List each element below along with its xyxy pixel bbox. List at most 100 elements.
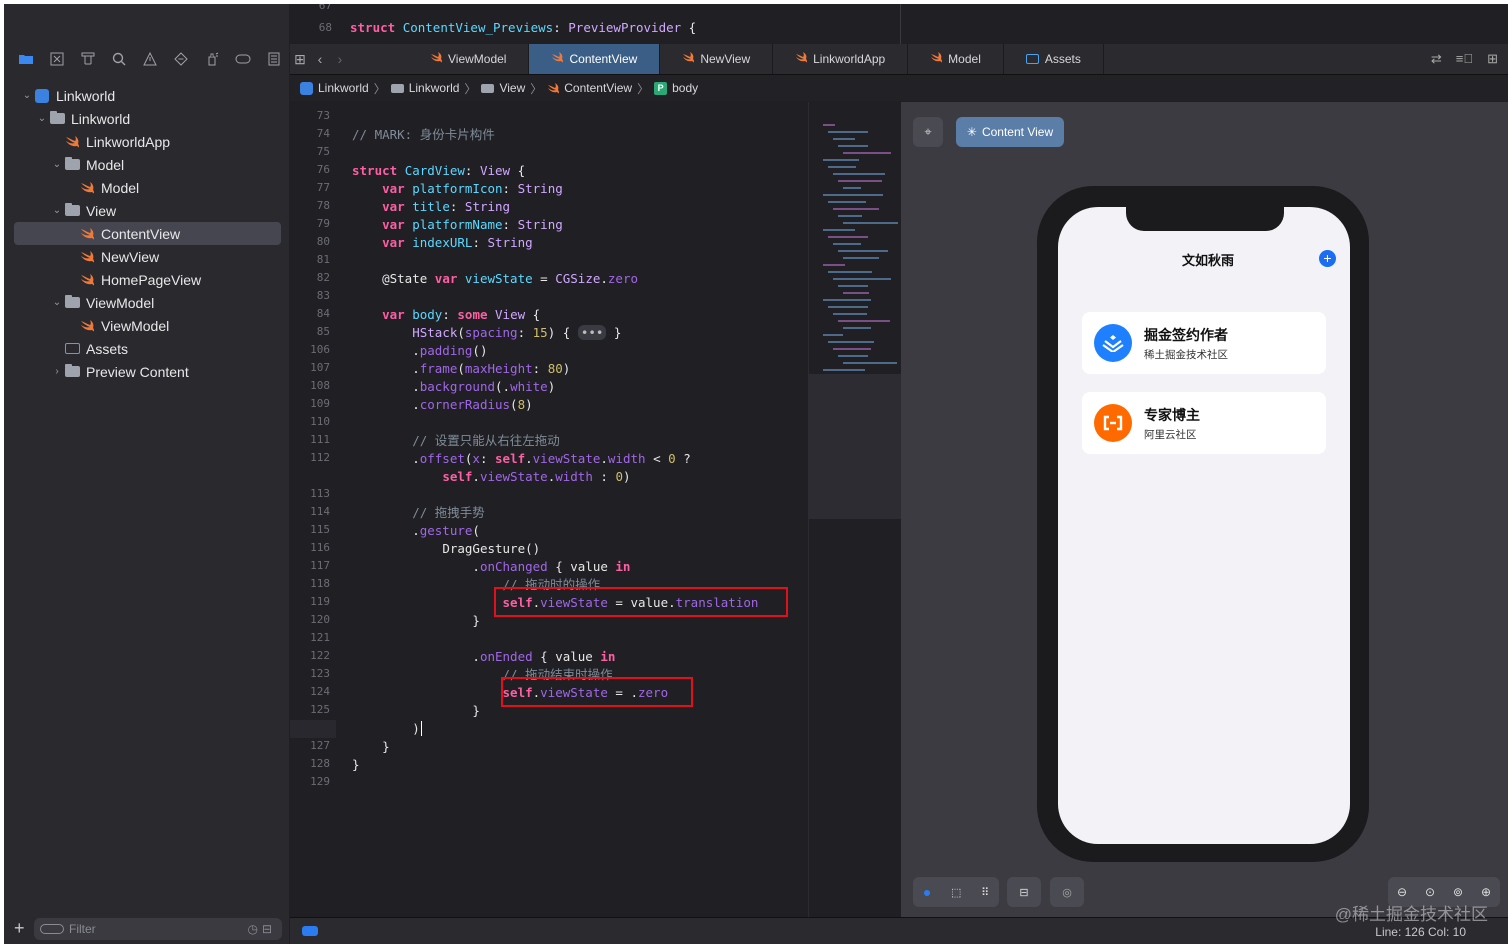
disclosure-chevron-icon[interactable]: ⌄ bbox=[50, 159, 64, 170]
code-line[interactable]: var indexURL: String bbox=[352, 234, 533, 252]
code-line[interactable]: @State var viewState = CGSize.zero bbox=[352, 270, 638, 288]
xcode-window: ⌄ Linkworld ⌄ Linkworld LinkworldApp ⌄ Model Mo… bbox=[4, 4, 1508, 944]
tree-item[interactable]: ViewModel bbox=[4, 314, 289, 337]
zoom-actual-icon[interactable]: ⊚ bbox=[1453, 885, 1463, 899]
add-button[interactable]: + bbox=[1319, 250, 1336, 267]
filter-field[interactable]: Filter ◷⊟ bbox=[34, 918, 282, 940]
code-line[interactable]: var body: some View { bbox=[352, 306, 540, 324]
warning-icon[interactable] bbox=[134, 48, 165, 70]
breadcrumb-item[interactable]: body bbox=[672, 81, 698, 95]
code-line[interactable]: .onEnded { value in bbox=[352, 648, 615, 666]
code-line[interactable]: .onChanged { value in bbox=[352, 558, 630, 576]
code-line[interactable]: } bbox=[352, 702, 480, 720]
tree-item[interactable]: ⌄ Model bbox=[4, 153, 289, 176]
code-line[interactable]: .padding() bbox=[352, 342, 487, 360]
code-line[interactable]: } bbox=[352, 738, 390, 756]
add-editor-icon[interactable]: ⊞ bbox=[1487, 51, 1498, 67]
code-line[interactable]: .cornerRadius(8) bbox=[352, 396, 532, 414]
code-token: body bbox=[412, 307, 443, 322]
select-icon[interactable]: ⬚ bbox=[951, 886, 961, 899]
tab-model[interactable]: Model bbox=[908, 44, 1004, 74]
forward-button[interactable]: › bbox=[330, 44, 350, 74]
tab-linkworldapp[interactable]: LinkworldApp bbox=[773, 44, 909, 74]
spray-icon[interactable] bbox=[196, 48, 227, 70]
zoom-fit-icon[interactable]: ⊙ bbox=[1425, 885, 1435, 899]
tree-item[interactable]: ContentView bbox=[14, 222, 281, 245]
breadcrumb-item[interactable]: Linkworld bbox=[318, 81, 369, 95]
minimap-viewport[interactable] bbox=[808, 374, 902, 519]
code-line[interactable]: ) bbox=[352, 720, 422, 738]
content-view-preview-button[interactable]: ✳ Content View bbox=[956, 117, 1064, 147]
code-line[interactable]: DragGesture() bbox=[352, 540, 540, 558]
tree-item[interactable]: ⌄ ViewModel bbox=[4, 291, 289, 314]
device-settings-icon[interactable]: ⊟ bbox=[1007, 877, 1041, 907]
code-line[interactable]: } bbox=[352, 612, 480, 630]
breadcrumb-item[interactable]: Linkworld bbox=[409, 81, 460, 95]
debug-area-toggle[interactable] bbox=[302, 926, 318, 936]
live-preview-icon[interactable]: ● bbox=[923, 884, 931, 900]
breadcrumb-item[interactable]: ContentView bbox=[564, 81, 632, 95]
code-line[interactable]: var title: String bbox=[352, 198, 510, 216]
list-icon[interactable] bbox=[258, 48, 289, 70]
filter-options-icon[interactable]: ◷⊟ bbox=[247, 922, 276, 936]
tab-viewmodel[interactable]: ViewModel bbox=[350, 44, 530, 74]
code-line[interactable]: // 拖拽手势 bbox=[352, 504, 485, 522]
tab-contentview[interactable]: ContentView bbox=[529, 44, 661, 74]
code-line[interactable]: .offset(x: self.viewState.width < 0 ? bbox=[352, 450, 691, 468]
zoom-in-icon[interactable]: ⊕ bbox=[1481, 885, 1491, 899]
code-line[interactable]: struct CardView: View { bbox=[352, 162, 525, 180]
back-button[interactable]: ‹ bbox=[310, 44, 330, 74]
code-line[interactable]: } bbox=[352, 756, 360, 774]
code-token: struct bbox=[352, 163, 398, 178]
search-icon[interactable] bbox=[103, 48, 134, 70]
disclosure-chevron-icon[interactable]: ⌄ bbox=[50, 297, 64, 308]
tree-item[interactable]: ⌄ Linkworld bbox=[4, 84, 289, 107]
tag-icon[interactable] bbox=[227, 48, 258, 70]
hierarchy-icon[interactable] bbox=[72, 48, 103, 70]
inspector-icon[interactable]: ≡⃞ bbox=[1456, 51, 1473, 67]
code-line[interactable]: .gesture( bbox=[352, 522, 480, 540]
breadcrumb-item[interactable]: View bbox=[499, 81, 525, 95]
code-line[interactable]: self.viewState.width : 0) bbox=[352, 468, 630, 486]
identity-card[interactable]: 专家博主 阿里云社区 bbox=[1082, 392, 1326, 454]
disclosure-chevron-icon[interactable]: › bbox=[50, 366, 64, 377]
variants-icon[interactable]: ⠿ bbox=[981, 886, 989, 899]
tree-item[interactable]: Assets bbox=[4, 337, 289, 360]
tab-newview[interactable]: NewView bbox=[660, 44, 774, 74]
zoom-out-icon[interactable]: ⊖ bbox=[1397, 885, 1407, 899]
tree-item[interactable]: Model bbox=[4, 176, 289, 199]
swap-icon[interactable]: ⇄ bbox=[1431, 51, 1442, 67]
pin-icon[interactable]: ⌖ bbox=[913, 117, 943, 147]
identity-card[interactable]: 掘金签约作者 稀土掘金技术社区 bbox=[1082, 312, 1326, 374]
device-icon[interactable]: ◎ bbox=[1050, 877, 1084, 907]
code-line[interactable]: struct ContentView_Previews: PreviewProv… bbox=[350, 19, 696, 37]
tab-assets[interactable]: Assets bbox=[1004, 44, 1104, 74]
code-editor[interactable]: // MARK: 身份卡片构件 struct CardView: View { v… bbox=[336, 102, 806, 917]
disclosure-chevron-icon[interactable]: ⌄ bbox=[35, 113, 49, 124]
code-token: cornerRadius bbox=[419, 397, 511, 412]
disclosure-chevron-icon[interactable]: ⌄ bbox=[20, 90, 34, 101]
editor-tab-bar: ⊞ ‹ › ViewModel ContentView NewView Linkwor… bbox=[290, 44, 1508, 75]
tree-item[interactable]: NewView bbox=[4, 245, 289, 268]
tree-item[interactable]: LinkworldApp bbox=[4, 130, 289, 153]
code-line[interactable]: .frame(maxHeight: 80) bbox=[352, 360, 570, 378]
cursor-position: Line: 126 Col: 10 bbox=[1375, 925, 1466, 939]
code-line[interactable]: // 设置只能从右往左拖动 bbox=[352, 432, 560, 450]
tree-item-label: ContentView bbox=[101, 225, 181, 242]
grid-icon[interactable]: ⊞ bbox=[290, 44, 310, 74]
disclosure-chevron-icon[interactable]: ⌄ bbox=[50, 205, 64, 216]
tree-item[interactable]: › Preview Content bbox=[4, 360, 289, 383]
code-line[interactable]: HStack(spacing: 15) { ••• } bbox=[352, 324, 621, 342]
add-file-button[interactable]: + bbox=[14, 918, 25, 939]
diamond-icon[interactable] bbox=[165, 48, 196, 70]
folder-icon[interactable] bbox=[10, 48, 41, 70]
code-line[interactable]: var platformIcon: String bbox=[352, 180, 563, 198]
tree-item[interactable]: HomePageView bbox=[4, 268, 289, 291]
code-line[interactable]: .background(.white) bbox=[352, 378, 555, 396]
x-square-icon[interactable] bbox=[41, 48, 72, 70]
tree-item[interactable]: ⌄ View bbox=[4, 199, 289, 222]
minimap-line bbox=[838, 285, 868, 287]
tree-item[interactable]: ⌄ Linkworld bbox=[4, 107, 289, 130]
code-line[interactable]: var platformName: String bbox=[352, 216, 563, 234]
code-line[interactable]: // MARK: 身份卡片构件 bbox=[352, 126, 495, 144]
